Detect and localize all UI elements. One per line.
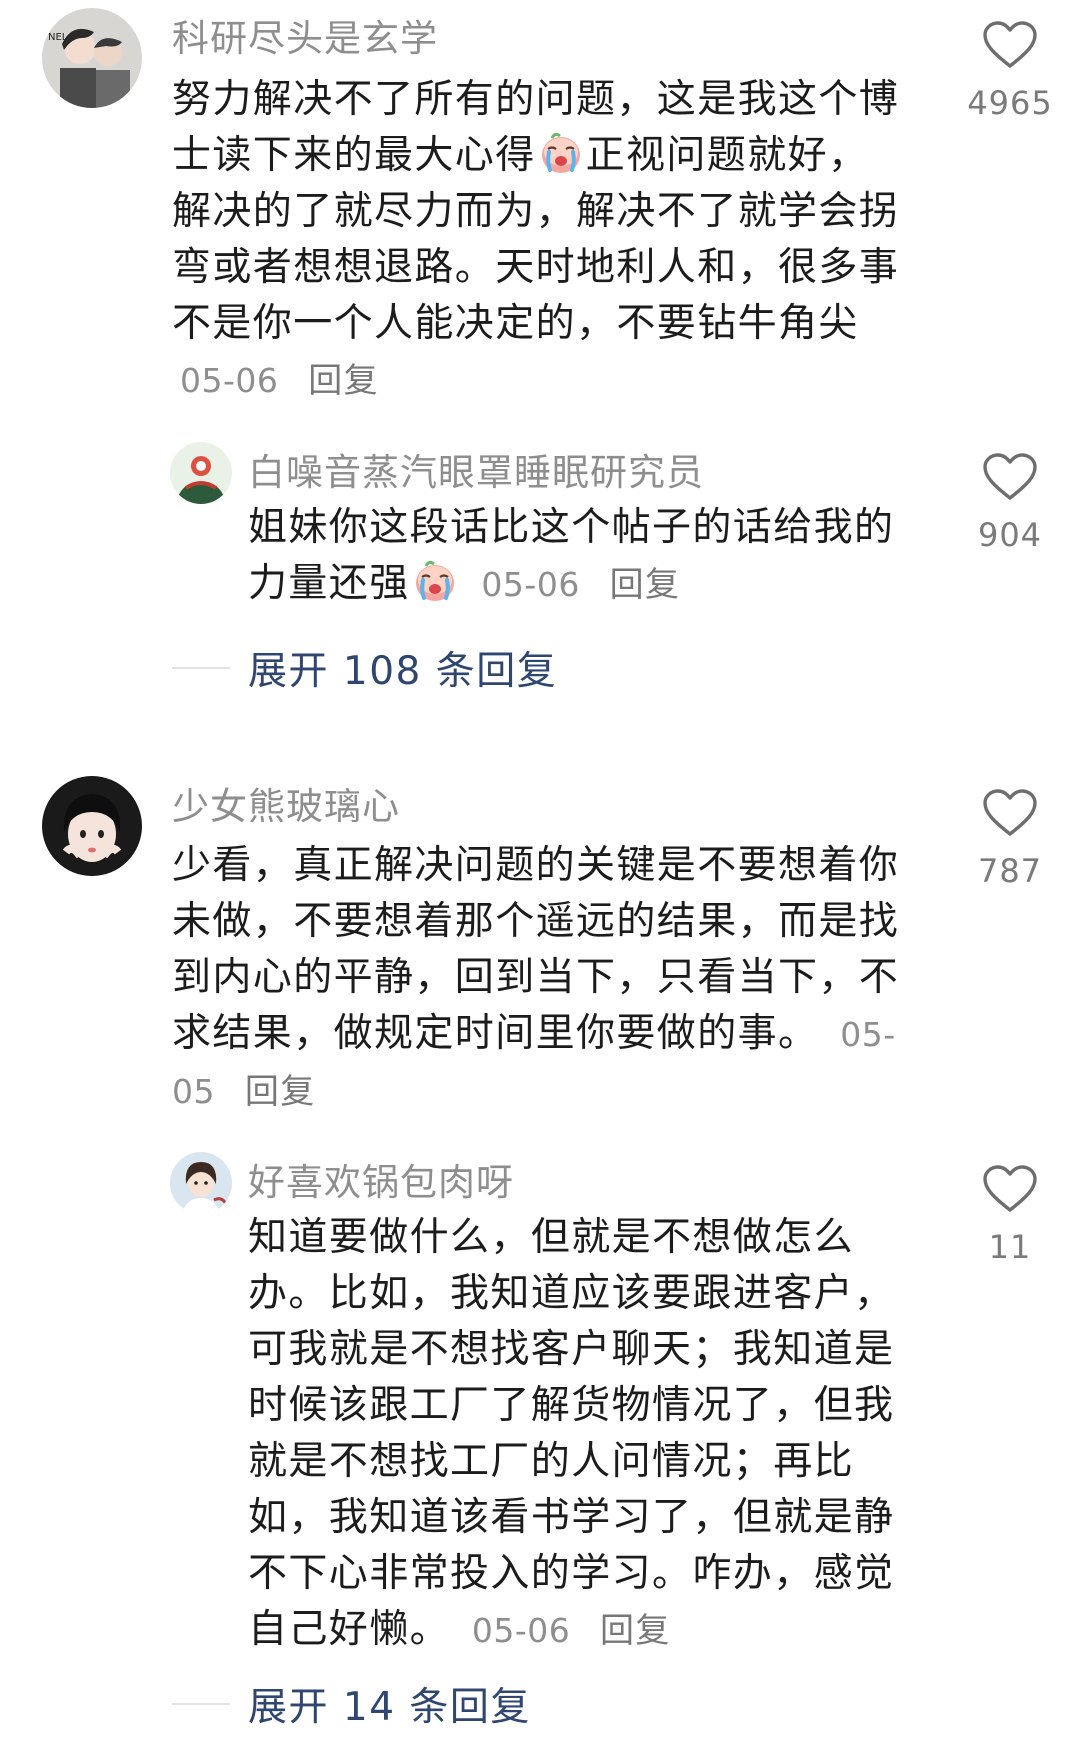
like-button[interactable]: 787 [960, 788, 1060, 890]
comment-date: 05-06 [180, 361, 279, 400]
reply-text: 姐妹你这段话比这个帖子的话给我的力量还强 05-06 回复 [248, 500, 928, 613]
username[interactable]: 好喜欢锅包肉呀 [248, 1152, 514, 1206]
like-button[interactable]: 904 [960, 452, 1060, 554]
username[interactable]: 少女熊玻璃心 [172, 776, 400, 830]
heart-outline-icon[interactable] [982, 1164, 1038, 1214]
like-button[interactable]: 11 [960, 1164, 1060, 1266]
like-button[interactable]: 4965 [960, 20, 1060, 122]
avatar[interactable] [42, 776, 142, 876]
avatar[interactable]: NEL [42, 8, 142, 108]
crying-face-emoji [412, 558, 458, 604]
heart-outline-icon[interactable] [982, 788, 1038, 838]
reply-button[interactable]: 回复 [245, 1072, 316, 1112]
expand-replies-button[interactable]: 展开 108 条回复 [172, 640, 557, 696]
avatar[interactable] [170, 442, 232, 504]
crying-face-emoji [538, 130, 584, 176]
expand-replies-button[interactable]: 展开 14 条回复 [172, 1676, 531, 1732]
like-count: 11 [988, 1228, 1032, 1266]
heart-outline-icon[interactable] [982, 20, 1038, 70]
heart-outline-icon[interactable] [982, 452, 1038, 502]
expand-replies-label: 展开 108 条回复 [248, 649, 558, 694]
username[interactable]: 科研尽头是玄学 [172, 8, 438, 62]
comment-text-part: 少看，真正解决问题的关键是不要想着你未做，不要想着那个遥远的结果，而是找到内心的… [172, 843, 900, 1056]
like-count: 4965 [967, 84, 1053, 122]
divider-line [172, 667, 230, 669]
reply-button[interactable]: 回复 [308, 361, 379, 401]
reply-date: 05-06 [481, 565, 580, 604]
comment-text: 努力解决不了所有的问题，这是我这个博士读下来的最大心得 正视问题就好，解决的了就尽… [172, 72, 900, 409]
reply-button[interactable]: 回复 [600, 1611, 671, 1651]
username[interactable]: 白噪音蒸汽眼罩睡眠研究员 [248, 442, 704, 496]
avatar[interactable] [170, 1152, 232, 1214]
like-count: 904 [977, 516, 1043, 554]
svg-text:NEL: NEL [48, 32, 68, 43]
comment-text: 少看，真正解决问题的关键是不要想着你未做，不要想着那个遥远的结果，而是找到内心的… [172, 838, 900, 1120]
reply-date: 05-06 [471, 1611, 571, 1650]
reply-text-part: 知道要做什么，但就是不想做怎么办。比如，我知道应该要跟进客户，可我就是不想找客户… [248, 1215, 895, 1652]
expand-replies-label: 展开 14 条回复 [248, 1685, 531, 1730]
like-count: 787 [977, 852, 1043, 890]
divider-line [172, 1703, 230, 1705]
reply-text: 知道要做什么，但就是不想做怎么办。比如，我知道应该要跟进客户，可我就是不想找客户… [248, 1210, 928, 1659]
reply-button[interactable]: 回复 [610, 565, 681, 605]
